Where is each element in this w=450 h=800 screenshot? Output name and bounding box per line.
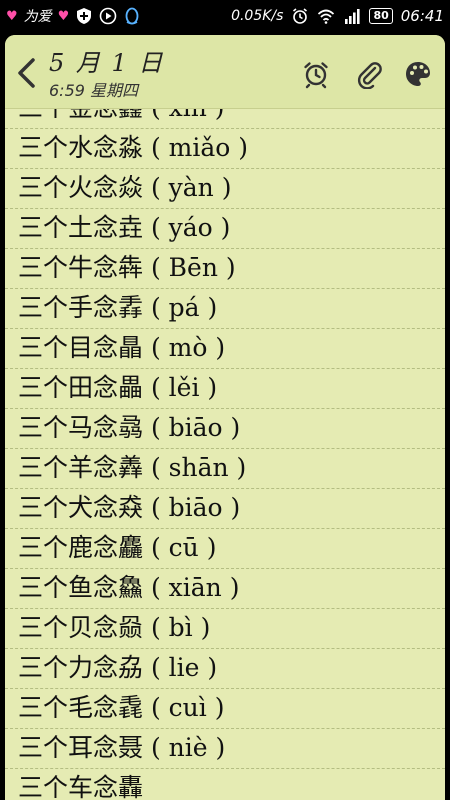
status-bar: ♥ 为爱 ♥ 0.05K/s 80 06:41 [0, 0, 450, 32]
heart-icon: ♥ [6, 8, 18, 24]
note-line: 三个耳念聂 ( niè ) [5, 729, 445, 769]
note-line-text: 三个目念瞐 ( mò ) [18, 333, 226, 362]
color-palette-icon[interactable] [403, 59, 433, 89]
note-line-text: 三个金念鑫 ( xīn ) [18, 109, 225, 124]
carrier-label: 为爱 [23, 9, 52, 25]
signal-icon [345, 9, 361, 24]
note-line-text: 三个田念畾 ( lěi ) [18, 373, 218, 402]
note-body[interactable]: 三个金念鑫 ( xīn ) 三个水念淼 ( miǎo ) 三个火念焱 ( yàn… [5, 109, 445, 800]
note-line: 三个火念焱 ( yàn ) [5, 169, 445, 209]
play-icon [100, 7, 117, 25]
note-line-text: 三个土念垚 ( yáo ) [18, 213, 231, 242]
note-date-title: 5 月 1 日 [49, 49, 165, 77]
note-line-text: 三个水念淼 ( miǎo ) [18, 133, 249, 162]
note-line-text: 三个鹿念麤 ( cū ) [18, 533, 217, 562]
alarm-icon [293, 8, 308, 24]
note-line: 三个水念淼 ( miǎo ) [5, 129, 445, 169]
note-line-text: 三个马念骉 ( biāo ) [18, 413, 241, 442]
network-speed: 0.05K/s [231, 8, 284, 24]
attachment-clip-icon[interactable] [355, 59, 385, 89]
note-line: 三个金念鑫 ( xīn ) [5, 109, 445, 129]
back-arrow-icon[interactable] [15, 57, 39, 89]
note-line-text: 三个手念掱 ( pá ) [18, 293, 218, 322]
note-line: 三个手念掱 ( pá ) [5, 289, 445, 329]
note-line: 三个田念畾 ( lěi ) [5, 369, 445, 409]
shield-plus-icon [77, 8, 92, 24]
note-line: 三个鱼念鱻 ( xiān ) [5, 569, 445, 609]
note-line: 三个鹿念麤 ( cū ) [5, 529, 445, 569]
note-line: 三个毛念毳 ( cuì ) [5, 689, 445, 729]
note-line-text: 三个力念劦 ( lie ) [18, 653, 218, 682]
note-line: 三个马念骉 ( biāo ) [5, 409, 445, 449]
reminder-alarm-icon[interactable] [301, 59, 331, 89]
note-line: 三个贝念赑 ( bì ) [5, 609, 445, 649]
note-line-text: 三个犬念猋 ( biāo ) [18, 493, 241, 522]
note-line-text: 三个毛念毳 ( cuì ) [18, 693, 225, 722]
note-line: 三个羊念羴 ( shān ) [5, 449, 445, 489]
qq-penguin-icon [125, 7, 139, 25]
note-line: 三个土念垚 ( yáo ) [5, 209, 445, 249]
note-line-text: 三个贝念赑 ( bì ) [18, 613, 211, 642]
battery-indicator: 80 [369, 8, 393, 24]
note-header: 5 月 1 日 6:59 星期四 [5, 35, 445, 109]
note-line: 三个车念轟 [5, 769, 445, 800]
note-line-text: 三个羊念羴 ( shān ) [18, 453, 247, 482]
note-line: 三个犬念猋 ( biāo ) [5, 489, 445, 529]
note-line-text: 三个牛念犇 ( Bēn ) [18, 253, 236, 282]
note-line-text: 三个耳念聂 ( niè ) [18, 733, 226, 762]
note-card: 5 月 1 日 6:59 星期四 三个金念鑫 ( xīn ) 三个水念淼 ( m… [5, 35, 445, 800]
note-line-text: 三个车念轟 [18, 773, 144, 800]
status-time: 06:41 [400, 7, 444, 25]
note-line: 三个目念瞐 ( mò ) [5, 329, 445, 369]
note-line: 三个力念劦 ( lie ) [5, 649, 445, 689]
wifi-icon [318, 9, 335, 24]
heart-icon: ♥ [57, 8, 70, 24]
note-time-weekday: 6:59 星期四 [49, 81, 139, 100]
note-line: 三个牛念犇 ( Bēn ) [5, 249, 445, 289]
note-line-text: 三个火念焱 ( yàn ) [18, 173, 232, 202]
note-line-text: 三个鱼念鱻 ( xiān ) [18, 573, 240, 602]
